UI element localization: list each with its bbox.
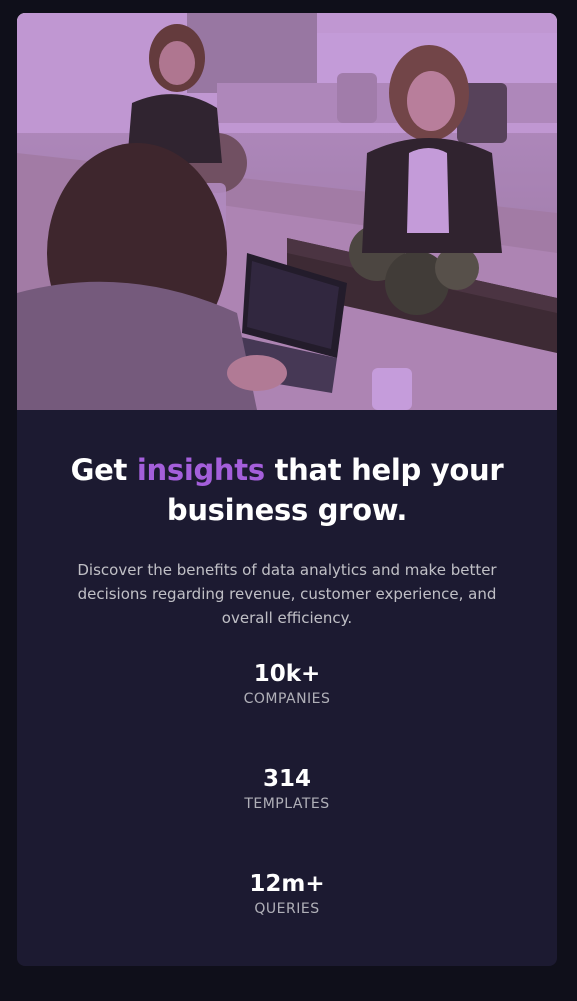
stats-preview-card: Get insights that help your business gro… [17,13,557,966]
hero-image [17,13,557,410]
stat-queries: 12m+ QUERIES [17,870,557,966]
headline-accent: insights [136,453,265,487]
office-team-photo [17,13,557,410]
stat-value: 12m+ [249,871,325,897]
headline: Get insights that help your business gro… [57,450,517,530]
stat-label: TEMPLATES [244,796,330,812]
card-content: Get insights that help your business gro… [17,410,557,966]
headline-start: Get [70,453,137,487]
stat-value: 10k+ [253,661,321,687]
stat-templates: 314 TEMPLATES [17,765,557,870]
stat-companies: 10k+ COMPANIES [17,660,557,765]
stat-label: QUERIES [254,901,320,917]
description: Discover the benefits of data analytics … [77,561,497,627]
stats-list: 10k+ COMPANIES 314 TEMPLATES 12m+ QUERIE… [17,660,557,966]
stat-label: COMPANIES [243,691,331,707]
stat-value: 314 [262,766,311,792]
